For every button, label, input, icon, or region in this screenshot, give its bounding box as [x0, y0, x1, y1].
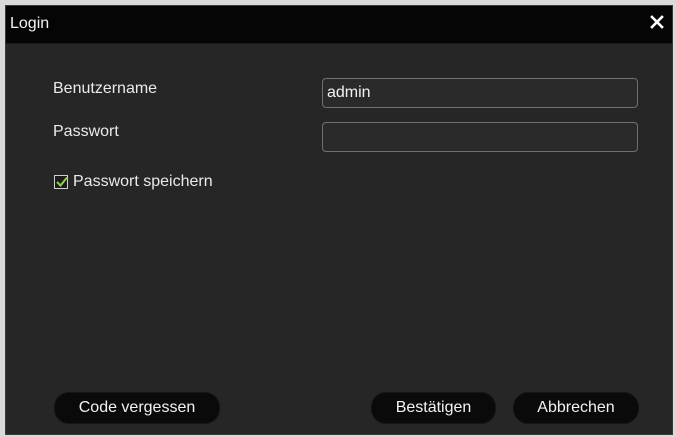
password-label: Passwort [53, 123, 119, 140]
remember-password-checkbox[interactable]: Passwort speichern [54, 172, 213, 192]
confirm-button[interactable]: Bestätigen [371, 392, 496, 424]
close-icon[interactable] [649, 14, 665, 30]
remember-password-label: Passwort speichern [73, 173, 213, 190]
password-input[interactable] [322, 122, 638, 152]
forgot-code-button[interactable]: Code vergessen [54, 392, 220, 424]
title-bar: Login [6, 6, 672, 44]
cancel-button[interactable]: Abbrechen [513, 392, 639, 424]
username-input[interactable] [322, 78, 638, 108]
login-dialog: Login Benutzername Passwort Passwort spe… [5, 5, 673, 435]
dialog-title: Login [10, 15, 50, 32]
checkbox-box[interactable] [54, 175, 68, 189]
checkmark-icon [56, 176, 68, 187]
username-label: Benutzername [53, 80, 158, 97]
